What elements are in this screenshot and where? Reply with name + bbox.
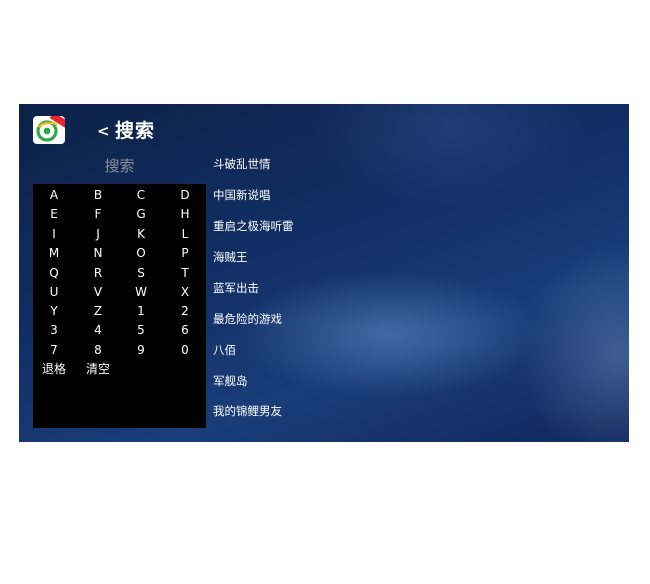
key-l[interactable]: L [172,225,198,243]
key-x[interactable]: X [172,283,198,301]
key-i[interactable]: I [41,225,67,243]
key-k[interactable]: K [128,225,154,243]
key-c[interactable]: C [128,186,154,204]
result-item[interactable]: 重启之极海听雷 [213,216,294,236]
key-r[interactable]: R [85,264,111,282]
result-item[interactable]: 我的锦鲤男友 [213,401,282,421]
key-7[interactable]: 7 [41,341,67,359]
result-item[interactable]: 蓝军出击 [213,278,259,298]
clear-key[interactable]: 清空 [83,360,113,378]
key-s[interactable]: S [128,264,154,282]
key-j[interactable]: J [85,225,111,243]
result-item[interactable]: 最危险的游戏 [213,309,282,329]
search-input[interactable]: 搜索 [33,154,206,178]
key-1[interactable]: 1 [128,302,154,320]
back-button[interactable]: < [97,122,110,140]
key-8[interactable]: 8 [85,341,111,359]
key-0[interactable]: 0 [172,341,198,359]
key-h[interactable]: H [172,205,198,223]
key-e[interactable]: E [41,205,67,223]
page-title: 搜索 [115,120,156,142]
key-g[interactable]: G [128,205,154,223]
result-item[interactable]: 斗破乱世情 [213,154,271,174]
key-9[interactable]: 9 [128,341,154,359]
key-4[interactable]: 4 [85,321,111,339]
result-item[interactable]: 军舰岛 [213,371,248,391]
result-item[interactable]: 海贼王 [213,247,248,267]
tv-search-screen: < 搜索 搜索 A B C D E F G H I J K L M N O P … [19,104,629,442]
onscreen-keyboard: A B C D E F G H I J K L M N O P Q R S T … [33,184,206,428]
key-o[interactable]: O [128,244,154,262]
key-u[interactable]: U [41,283,67,301]
key-a[interactable]: A [41,186,67,204]
result-item[interactable]: 八佰 [213,340,236,360]
key-q[interactable]: Q [41,264,67,282]
key-z[interactable]: Z [85,302,111,320]
key-f[interactable]: F [85,205,111,223]
result-item[interactable]: 中国新说唱 [213,185,271,205]
key-m[interactable]: M [41,244,67,262]
app-logo-icon [33,116,65,144]
key-p[interactable]: P [172,244,198,262]
key-y[interactable]: Y [41,302,67,320]
key-6[interactable]: 6 [172,321,198,339]
backspace-key[interactable]: 退格 [39,360,69,378]
key-v[interactable]: V [85,283,111,301]
key-2[interactable]: 2 [172,302,198,320]
key-w[interactable]: W [128,283,154,301]
key-t[interactable]: T [172,264,198,282]
key-n[interactable]: N [85,244,111,262]
key-d[interactable]: D [172,186,198,204]
key-5[interactable]: 5 [128,321,154,339]
key-b[interactable]: B [85,186,111,204]
key-3[interactable]: 3 [41,321,67,339]
